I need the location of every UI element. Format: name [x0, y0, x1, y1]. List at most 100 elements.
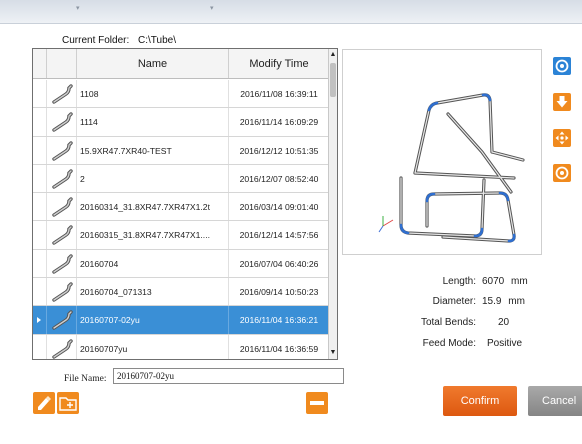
row-icon-cell	[47, 221, 77, 249]
column-header-name[interactable]: Name	[77, 49, 229, 78]
row-name: 1114	[77, 108, 229, 136]
row-name: 15.9XR47.7XR40-TEST	[77, 136, 229, 164]
length-unit: mm	[511, 276, 528, 287]
table-header: Name Modify Time	[33, 49, 329, 79]
row-marker	[33, 306, 47, 334]
tube-file-icon	[52, 254, 73, 274]
column-header-modify-time[interactable]: Modify Time	[229, 49, 329, 78]
table-row[interactable]: 20160704_071313 2016/09/14 10:50:23	[33, 278, 329, 307]
row-marker	[33, 193, 47, 221]
table-row[interactable]: 20160704 2016/07/04 06:40:26	[33, 249, 329, 279]
row-modify-time: 2016/11/04 16:36:59	[239, 343, 319, 354]
table-scrollbar[interactable]: ▲ ▼	[328, 49, 337, 359]
file-table: Name Modify Time 1108 2016/11/08 16:39:11…	[32, 48, 338, 360]
tube-3d-preview[interactable]	[342, 49, 542, 255]
row-modify-time: 2016/12/07 08:52:40	[239, 173, 319, 184]
row-name: 20160707yu	[77, 334, 229, 359]
row-name: 20160314_31.8XR47.7XR47X1.2t	[77, 193, 229, 221]
table-row[interactable]: 1114 2016/11/14 16:09:29	[33, 108, 329, 137]
current-folder: Current Folder: C:\Tube\	[62, 35, 176, 46]
current-folder-path: C:\Tube\	[138, 35, 177, 46]
row-marker	[33, 80, 47, 108]
tube-shape-drawing	[378, 93, 525, 243]
view-reset-button[interactable]	[553, 57, 571, 75]
row-marker	[33, 136, 47, 164]
row-modify-time: 2016/07/04 06:40:26	[239, 258, 319, 269]
folder-add-icon	[59, 397, 77, 411]
axis-triad	[378, 216, 394, 233]
current-folder-label: Current Folder:	[62, 35, 130, 46]
diameter-value: 15.9	[482, 296, 502, 307]
tube-file-icon	[52, 197, 73, 217]
feed-mode-label: Feed Mode:	[422, 338, 476, 349]
length-value: 6070	[482, 276, 505, 287]
pencil-eraser-icon	[38, 396, 51, 410]
row-icon-cell	[47, 108, 77, 136]
scroll-down-arrow-icon[interactable]: ▼	[329, 347, 337, 359]
faded-header-mark: ▾	[210, 5, 214, 12]
row-name: 20160707-02yu	[77, 306, 229, 334]
table-row[interactable]: 15.9XR47.7XR40-TEST 2016/12/12 10:51:35	[33, 136, 329, 165]
total-bends-value: 20	[498, 317, 510, 328]
row-marker	[33, 249, 47, 278]
row-name: 20160704_071313	[77, 278, 229, 306]
confirm-button[interactable]: Confirm	[443, 386, 517, 416]
row-icon-cell	[47, 249, 77, 278]
tube-file-icon	[52, 112, 73, 132]
row-icon-cell	[47, 164, 77, 193]
total-bends-label: Total Bends:	[420, 317, 476, 328]
table-row[interactable]: 20160707yu 2016/11/04 16:36:59	[33, 334, 329, 359]
row-icon-cell	[47, 136, 77, 164]
file-name-label: File Name:	[64, 374, 107, 384]
row-modify-time: 2016/11/14 16:09:29	[239, 117, 319, 128]
table-row[interactable]: 20160707-02yu 2016/11/04 16:36:21	[33, 306, 329, 335]
diameter-unit: mm	[508, 296, 525, 307]
row-icon-cell	[47, 278, 77, 306]
scroll-up-arrow-icon[interactable]: ▲	[329, 49, 337, 61]
tube-file-icon	[52, 225, 73, 246]
minus-icon	[310, 401, 324, 405]
target-circle-icon	[555, 59, 569, 73]
row-icon-cell	[47, 306, 77, 334]
edit-button[interactable]	[33, 392, 55, 414]
view-pan-button[interactable]	[553, 129, 571, 147]
table-row[interactable]: 1108 2016/11/08 16:39:11	[33, 80, 329, 109]
row-icon-cell	[47, 334, 77, 359]
row-marker	[33, 221, 47, 249]
delete-button[interactable]	[306, 392, 328, 414]
cancel-button[interactable]: Cancel	[528, 386, 582, 416]
file-name-input[interactable]	[113, 368, 344, 384]
faded-header-mark: ▾	[76, 5, 80, 12]
row-marker	[33, 108, 47, 136]
view-center-button[interactable]	[553, 164, 571, 182]
tube-file-icon	[52, 140, 73, 161]
table-row[interactable]: 20160314_31.8XR47.7XR47X1.2t 2016/03/14 0…	[33, 193, 329, 222]
row-name: 20160704	[77, 249, 229, 278]
arrow-down-icon	[556, 96, 568, 108]
tube-file-icon	[52, 169, 73, 189]
tube-file-icon	[52, 282, 73, 302]
row-modify-time: 2016/12/12 10:51:35	[239, 145, 319, 156]
diameter-label: Diameter:	[432, 296, 476, 307]
tube-file-icon	[52, 310, 73, 331]
row-icon-cell	[47, 193, 77, 221]
row-modify-time: 2016/11/04 16:36:21	[239, 315, 319, 326]
move-arrows-icon	[555, 131, 569, 145]
table-row[interactable]: 20160315_31.8XR47.7XR47X1.... 2016/12/14 …	[33, 221, 329, 250]
row-modify-time: 2016/09/14 10:50:23	[239, 287, 319, 298]
diameter-value-group: 15.9 mm	[482, 296, 525, 307]
tube-file-icon	[52, 338, 73, 359]
header-icon-cell	[47, 49, 77, 78]
header-marker-cell	[33, 49, 47, 78]
table-row[interactable]: 2 2016/12/07 08:52:40	[33, 164, 329, 194]
row-marker	[33, 278, 47, 306]
row-modify-time: 2016/11/08 16:39:11	[240, 89, 318, 99]
view-down-button[interactable]	[553, 93, 571, 111]
tube-file-icon	[52, 84, 73, 104]
row-modify-time: 2016/12/14 14:57:56	[239, 230, 319, 241]
row-modify-time: 2016/03/14 09:01:40	[239, 202, 319, 213]
table-body: 1108 2016/11/08 16:39:11 1114 2016/11/14 16…	[33, 80, 329, 359]
row-marker	[33, 334, 47, 359]
new-folder-button[interactable]	[57, 392, 79, 414]
scrollbar-thumb[interactable]	[330, 63, 336, 97]
